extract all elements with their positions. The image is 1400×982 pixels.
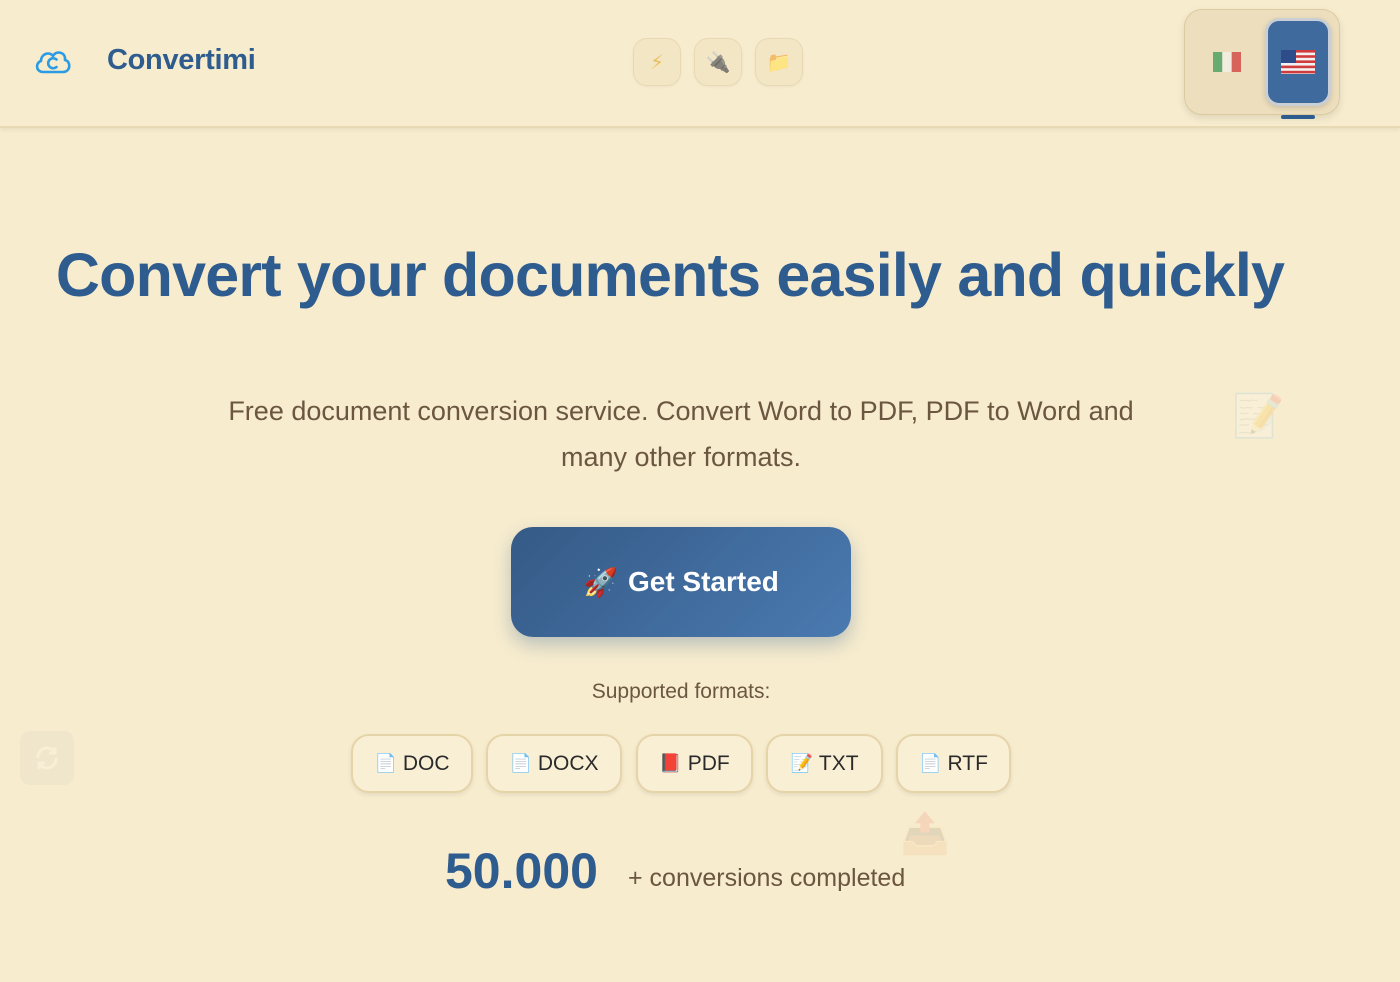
format-chip-docx[interactable]: 📄 DOCX [486,734,622,793]
format-chip-pdf[interactable]: 📕 PDF [636,734,753,793]
plug-button[interactable]: 🔌 [694,38,742,86]
format-label: TXT [818,751,859,775]
lightning-button[interactable]: ⚡ [633,38,681,86]
memo-icon: 📝 [790,753,813,773]
rocket-icon: 🚀 [583,566,618,598]
format-label: DOC [402,751,450,775]
supported-formats-label: Supported formats: [591,680,771,703]
format-chip-rtf[interactable]: 📄 RTF [896,734,1011,793]
document-icon: 📄 [374,753,397,773]
language-switcher [1184,9,1340,115]
document-icon: 📄 [919,753,942,773]
upload-icon: 📤 [900,812,950,856]
document-icon: 📄 [509,753,532,773]
cloud-logo-icon[interactable] [32,44,72,80]
refresh-icon [20,731,74,785]
conversions-count: 50.000 [445,843,598,899]
top-navbar: Convertimi ⚡ 🔌 📁 [0,0,1400,128]
conversions-label: + conversions completed [628,864,906,892]
language-option-en[interactable] [1265,18,1331,106]
brand-name[interactable]: Convertimi [107,44,256,77]
hero-title: Convert your documents easily and quickl… [55,241,1285,309]
italy-flag-icon [1213,52,1241,72]
language-option-it[interactable] [1205,40,1249,84]
book-icon: 📕 [659,753,682,773]
folder-button[interactable]: 📁 [755,38,803,86]
active-language-indicator [1281,115,1315,119]
lightning-icon: ⚡ [649,51,665,74]
get-started-label: Get Started [627,566,779,597]
folder-icon: 📁 [766,51,792,74]
format-label: DOCX [537,751,599,775]
usa-flag-icon [1281,50,1315,74]
memo-icon: 📝 [1232,392,1285,439]
format-chip-doc[interactable]: 📄 DOC [351,734,473,793]
get-started-button[interactable]: 🚀 Get Started [511,527,851,637]
hero-subtitle: Free document conversion service. Conver… [228,396,1134,472]
format-label: RTF [947,751,988,775]
format-chip-txt[interactable]: 📝 TXT [766,734,883,793]
format-label: PDF [687,751,730,775]
plug-icon: 🔌 [705,51,731,74]
